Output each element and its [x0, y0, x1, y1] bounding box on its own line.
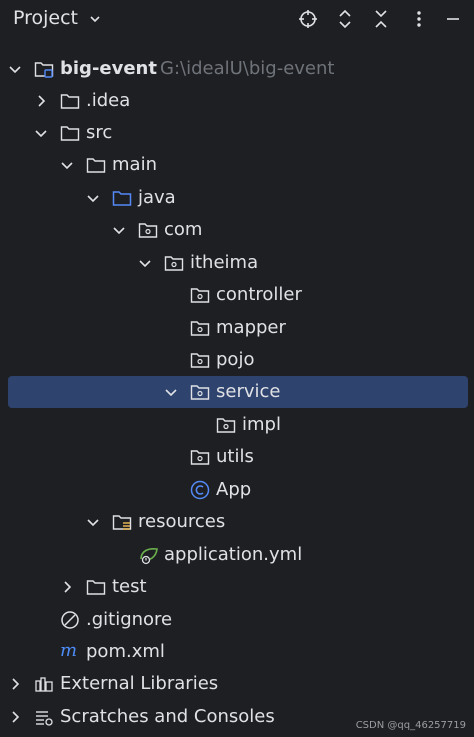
source-folder-icon	[112, 191, 132, 206]
tree-row-mapper[interactable]: mapper	[0, 312, 474, 344]
tree-label-gitignore: .gitignore	[86, 609, 173, 630]
package-icon	[190, 321, 210, 336]
spring-config-icon	[140, 548, 158, 565]
package-icon	[190, 288, 210, 303]
tree-row-com[interactable]: com	[0, 214, 474, 246]
tree-label-itheima: itheima	[190, 252, 259, 273]
chevron-down-icon[interactable]	[138, 256, 152, 270]
tree-label-utils: utils	[216, 446, 254, 467]
tree-row-itheima[interactable]: itheima	[0, 247, 474, 279]
tree-row-application-yml[interactable]: application.yml	[0, 539, 474, 571]
tree-label-service: service	[216, 381, 281, 402]
package-icon	[190, 353, 210, 368]
tree-label-main: main	[112, 154, 157, 175]
package-icon	[164, 256, 184, 271]
tree-row-service[interactable]: service	[0, 376, 474, 408]
chevron-down-icon[interactable]	[34, 126, 48, 140]
chevron-down-icon[interactable]	[164, 385, 178, 399]
folder-icon	[86, 158, 106, 173]
chevron-down-icon[interactable]	[60, 158, 74, 172]
chevron-right-icon[interactable]	[8, 710, 22, 724]
chevron-down-icon[interactable]	[8, 62, 22, 76]
tree-label-pom: pom.xml	[86, 641, 165, 662]
tree-row-gitignore[interactable]: .gitignore	[0, 604, 474, 636]
tree-label-app: App	[216, 479, 252, 500]
chevron-down-icon[interactable]	[86, 515, 100, 529]
chevron-right-icon[interactable]	[8, 677, 22, 691]
collapse-all-icon[interactable]	[370, 8, 392, 30]
project-tool-window: Project big-event G:\idealU\big-event .i…	[0, 0, 474, 737]
chevron-down-icon[interactable]	[86, 191, 100, 205]
project-header: Project	[0, 0, 474, 40]
library-icon	[35, 677, 53, 692]
ignore-file-icon	[61, 611, 79, 629]
module-folder-icon	[34, 62, 54, 78]
package-icon	[216, 418, 236, 433]
package-icon	[190, 450, 210, 465]
tree-label-mapper: mapper	[216, 317, 286, 338]
tree-row-test[interactable]: test	[0, 571, 474, 603]
tree-row-big-event[interactable]: big-event G:\idealU\big-event	[0, 53, 474, 85]
tree-label-external-libraries: External Libraries	[60, 673, 219, 694]
package-icon	[190, 385, 210, 400]
project-title[interactable]: Project	[13, 6, 78, 30]
tree-label-com: com	[164, 219, 203, 240]
package-icon	[138, 223, 158, 238]
tree-row-java[interactable]: java	[0, 182, 474, 214]
tree-row-controller[interactable]: controller	[0, 279, 474, 311]
tree-label-idea: .idea	[86, 90, 131, 111]
tree-row-impl[interactable]: impl	[0, 409, 474, 441]
tree-row-pom[interactable]: m pom.xml	[0, 636, 474, 668]
scratches-icon	[36, 711, 53, 726]
expand-all-icon[interactable]	[334, 8, 356, 30]
chevron-down-icon[interactable]	[112, 223, 126, 237]
tree-label-scratches: Scratches and Consoles	[60, 706, 275, 727]
tree-label-resources: resources	[138, 511, 226, 532]
tree-label-java: java	[138, 187, 176, 208]
chevron-down-icon[interactable]	[88, 12, 102, 26]
folder-icon	[60, 94, 80, 109]
tree-row-idea[interactable]: .idea	[0, 85, 474, 117]
tree-label-src: src	[86, 122, 113, 143]
project-path: G:\idealU\big-event	[160, 58, 335, 79]
tree-label-pojo: pojo	[216, 349, 255, 370]
chevron-right-icon[interactable]	[34, 94, 48, 108]
tree-row-resources[interactable]: resources	[0, 506, 474, 538]
tree-label-controller: controller	[216, 284, 302, 305]
locate-icon[interactable]	[297, 8, 319, 30]
tree-row-main[interactable]: main	[0, 149, 474, 181]
tree-row-pojo[interactable]: pojo	[0, 344, 474, 376]
watermark: CSDN @qq_46257719	[355, 720, 466, 731]
tree-row-src[interactable]: src	[0, 117, 474, 149]
tree-label-application-yml: application.yml	[164, 544, 303, 565]
tree-label-big-event: big-event	[60, 58, 157, 79]
tree-label-test: test	[112, 576, 147, 597]
folder-icon	[86, 580, 106, 595]
more-options-icon[interactable]	[408, 8, 430, 30]
folder-icon	[60, 126, 80, 141]
tree-label-impl: impl	[242, 414, 281, 435]
tree-row-utils[interactable]: utils	[0, 441, 474, 473]
maven-icon: m	[60, 640, 78, 661]
resources-folder-icon	[112, 515, 132, 530]
tree-row-external-libraries[interactable]: External Libraries	[0, 668, 474, 700]
tree-row-app[interactable]: App	[0, 474, 474, 506]
minimize-icon[interactable]	[442, 8, 464, 30]
chevron-right-icon[interactable]	[60, 580, 74, 594]
java-class-icon	[190, 480, 210, 500]
